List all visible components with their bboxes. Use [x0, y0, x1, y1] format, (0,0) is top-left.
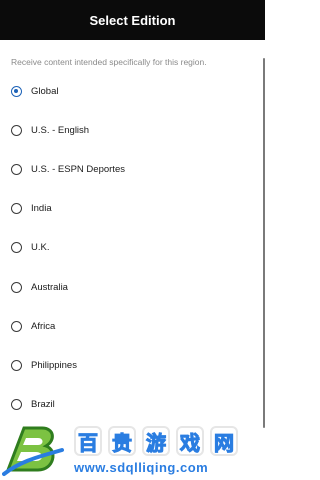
- edition-label: Global: [31, 85, 59, 97]
- radio-button[interactable]: [11, 241, 22, 253]
- edition-option-brazil[interactable]: Brazil: [11, 394, 241, 414]
- edition-label: Philippines: [31, 359, 77, 371]
- edition-label: Brazil: [31, 398, 55, 410]
- radio-button[interactable]: [11, 398, 22, 410]
- edition-label: Australia: [31, 281, 68, 293]
- radio-button[interactable]: [11, 320, 22, 332]
- edition-list-panel[interactable]: Receive content intended specifically fo…: [0, 40, 265, 480]
- edition-option-global[interactable]: Global: [11, 81, 241, 101]
- radio-button[interactable]: [11, 202, 22, 214]
- radio-button[interactable]: [11, 359, 22, 371]
- edition-label: U.S. - English: [31, 124, 90, 136]
- radio-button[interactable]: [11, 281, 22, 293]
- edition-option-us-english[interactable]: U.S. - English: [11, 120, 241, 140]
- edition-option-india[interactable]: India: [11, 198, 241, 218]
- scrollbar[interactable]: [263, 58, 265, 428]
- edition-label: U.K.: [31, 241, 50, 253]
- edition-label: India: [31, 202, 52, 214]
- radio-button[interactable]: [11, 163, 22, 175]
- edition-label: Africa: [31, 320, 56, 332]
- radio-button[interactable]: [11, 85, 22, 97]
- edition-label: U.S. - ESPN Deportes: [31, 163, 125, 175]
- app-header: Select Edition: [0, 0, 265, 40]
- edition-option-us-espn-deportes[interactable]: U.S. - ESPN Deportes: [11, 159, 241, 179]
- edition-option-africa[interactable]: Africa: [11, 316, 241, 336]
- edition-subtitle: Receive content intended specifically fo…: [11, 57, 207, 67]
- radio-button[interactable]: [11, 124, 22, 136]
- edition-option-philippines[interactable]: Philippines: [11, 355, 241, 375]
- edition-option-australia[interactable]: Australia: [11, 277, 241, 297]
- edition-option-uk[interactable]: U.K.: [11, 237, 241, 257]
- page-title: Select Edition: [89, 12, 176, 28]
